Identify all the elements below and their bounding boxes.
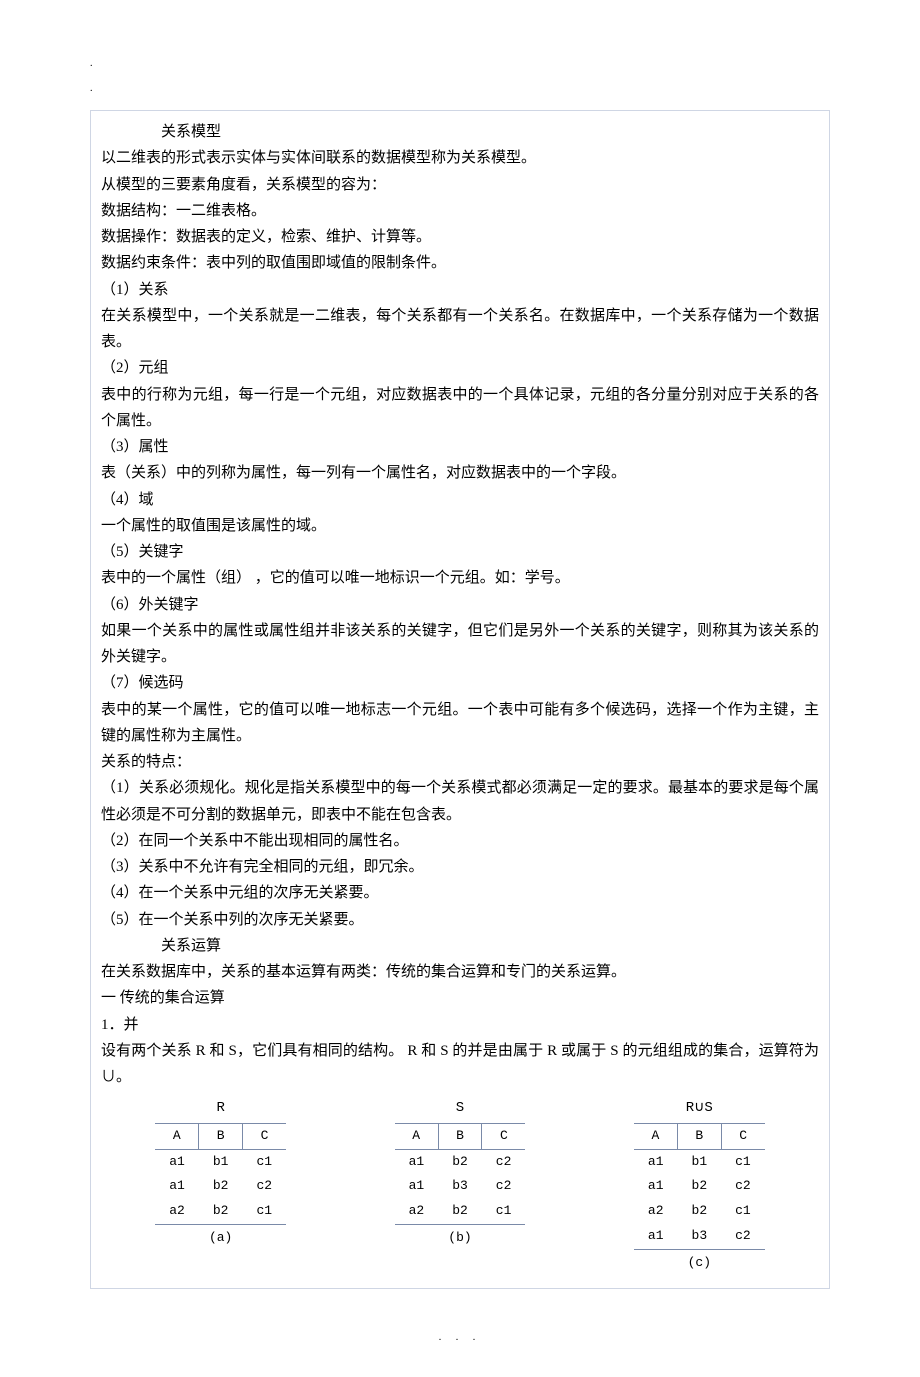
- paragraph: 表中的一个属性（组） ，它的值可以唯一地标识一个元组。如：学号。: [101, 565, 819, 591]
- paragraph: 数据约束条件：表中列的取值围即域值的限制条件。: [101, 250, 819, 276]
- cell: c1: [242, 1149, 286, 1174]
- cell: b2: [678, 1199, 722, 1224]
- paragraph: 从模型的三要素角度看，关系模型的容为：: [101, 172, 819, 198]
- paragraph: （1）关系: [101, 277, 819, 303]
- paragraph: （2）在同一个关系中不能出现相同的属性名。: [101, 828, 819, 854]
- col-header: C: [242, 1123, 286, 1149]
- paragraph: 如果一个关系中的属性或属性组并非该关系的关键字，但它们是另外一个关系的关键字，则…: [101, 618, 819, 671]
- paragraph: 设有两个关系 R 和 S，它们具有相同的结构。 R 和 S 的并是由属于 R 或…: [101, 1038, 819, 1091]
- header-mark-1: .: [90, 55, 93, 73]
- paragraph: 1．并: [101, 1012, 819, 1038]
- table-S: A B C a1 b2 c2 a1 b3 c2: [395, 1123, 526, 1225]
- paragraph: （3）关系中不允许有完全相同的元组，即冗余。: [101, 854, 819, 880]
- paragraph: 关系的特点：: [101, 749, 819, 775]
- cell: a1: [395, 1149, 439, 1174]
- paragraph: （1）关系必须规化。规化是指关系模型中的每一个关系模式都必须满足一定的要求。最基…: [101, 775, 819, 828]
- cell: b3: [678, 1224, 722, 1249]
- cell: c1: [482, 1199, 526, 1224]
- paragraph: （6）外关键字: [101, 592, 819, 618]
- table-RUS-wrap: R∪S A B C a1 b1 c1 a1: [634, 1096, 765, 1274]
- cell: a1: [155, 1174, 199, 1199]
- header-mark-2: .: [90, 80, 93, 98]
- cell: a1: [634, 1149, 678, 1174]
- table-S-title: S: [456, 1096, 464, 1121]
- paragraph: 表（关系）中的列称为属性，每一列有一个属性名，对应数据表中的一个字段。: [101, 460, 819, 486]
- cell: a1: [155, 1149, 199, 1174]
- paragraph: 在关系数据库中，关系的基本运算有两类：传统的集合运算和专门的关系运算。: [101, 959, 819, 985]
- table-RUS-title: R∪S: [686, 1096, 713, 1121]
- paragraph: （3）属性: [101, 434, 819, 460]
- cell: a2: [634, 1199, 678, 1224]
- cell: c2: [482, 1149, 526, 1174]
- table-S-wrap: S A B C a1 b2 c2 a1: [395, 1096, 526, 1249]
- cell: a2: [155, 1199, 199, 1224]
- cell: c2: [721, 1224, 765, 1249]
- table-row: a1 b2 c2: [634, 1174, 765, 1199]
- paragraph: （4）在一个关系中元组的次序无关紧要。: [101, 880, 819, 906]
- cell: b3: [438, 1174, 482, 1199]
- cell: c2: [242, 1174, 286, 1199]
- paragraph: 在关系模型中，一个关系就是一二维表，每个关系都有一个关系名。在数据库中，一个关系…: [101, 303, 819, 356]
- section-title-2: 关系运算: [101, 933, 819, 959]
- paragraph: 一 传统的集合运算: [101, 985, 819, 1011]
- cell: a1: [634, 1224, 678, 1249]
- cell: b2: [438, 1199, 482, 1224]
- table-R: A B C a1 b1 c1 a1 b2 c2: [155, 1123, 286, 1225]
- section-title-1: 关系模型: [101, 119, 819, 145]
- table-row: a1 b3 c2: [395, 1174, 526, 1199]
- paragraph: 数据操作：数据表的定义，检索、维护、计算等。: [101, 224, 819, 250]
- table-row: a2 b2 c1: [634, 1199, 765, 1224]
- paragraph: （5）关键字: [101, 539, 819, 565]
- paragraph: 一个属性的取值围是该属性的域。: [101, 513, 819, 539]
- table-RUS: A B C a1 b1 c1 a1 b2 c2: [634, 1123, 765, 1250]
- cell: b1: [199, 1149, 243, 1174]
- cell: a1: [634, 1174, 678, 1199]
- cell: c1: [242, 1199, 286, 1224]
- table-row: a2 b2 c1: [155, 1199, 286, 1224]
- document-page: . . 关系模型 以二维表的形式表示实体与实体间联系的数据模型称为关系模型。 从…: [0, 0, 920, 1377]
- table-R-wrap: R A B C a1 b1 c1 a1: [155, 1096, 286, 1249]
- table-R-caption: (a): [209, 1227, 232, 1250]
- table-row: a1 b3 c2: [634, 1224, 765, 1249]
- cell: b2: [199, 1174, 243, 1199]
- cell: b2: [678, 1174, 722, 1199]
- cell: a2: [395, 1199, 439, 1224]
- footer-marks: . . .: [90, 1329, 830, 1347]
- col-header: B: [438, 1123, 482, 1149]
- table-row: a1 b1 c1: [634, 1149, 765, 1174]
- paragraph: 以二维表的形式表示实体与实体间联系的数据模型称为关系模型。: [101, 145, 819, 171]
- col-header: A: [395, 1123, 439, 1149]
- col-header: B: [199, 1123, 243, 1149]
- table-row: a1 b1 c1: [155, 1149, 286, 1174]
- paragraph: 数据结构：一二维表格。: [101, 198, 819, 224]
- col-header: C: [721, 1123, 765, 1149]
- paragraph: （4）域: [101, 487, 819, 513]
- table-R-title: R: [216, 1096, 224, 1121]
- paragraph: 表中的某一个属性，它的值可以唯一地标志一个元组。一个表中可能有多个候选码，选择一…: [101, 697, 819, 750]
- content-frame: 关系模型 以二维表的形式表示实体与实体间联系的数据模型称为关系模型。 从模型的三…: [90, 110, 830, 1289]
- cell: c2: [721, 1174, 765, 1199]
- col-header: C: [482, 1123, 526, 1149]
- cell: b2: [199, 1199, 243, 1224]
- table-S-caption: (b): [448, 1227, 471, 1250]
- table-row: a1 b2 c2: [155, 1174, 286, 1199]
- col-header: A: [155, 1123, 199, 1149]
- paragraph: （2）元组: [101, 355, 819, 381]
- cell: c2: [482, 1174, 526, 1199]
- paragraph: （5）在一个关系中列的次序无关紧要。: [101, 907, 819, 933]
- col-header: B: [678, 1123, 722, 1149]
- table-row: a1 b2 c2: [395, 1149, 526, 1174]
- cell: c1: [721, 1199, 765, 1224]
- tables-row: R A B C a1 b1 c1 a1: [101, 1096, 819, 1274]
- table-row: a2 b2 c1: [395, 1199, 526, 1224]
- cell: b2: [438, 1149, 482, 1174]
- cell: b1: [678, 1149, 722, 1174]
- cell: a1: [395, 1174, 439, 1199]
- cell: c1: [721, 1149, 765, 1174]
- paragraph: 表中的行称为元组，每一行是一个元组，对应数据表中的一个具体记录，元组的各分量分别…: [101, 382, 819, 435]
- table-RUS-caption: (c): [688, 1252, 711, 1275]
- col-header: A: [634, 1123, 678, 1149]
- paragraph: （7）候选码: [101, 670, 819, 696]
